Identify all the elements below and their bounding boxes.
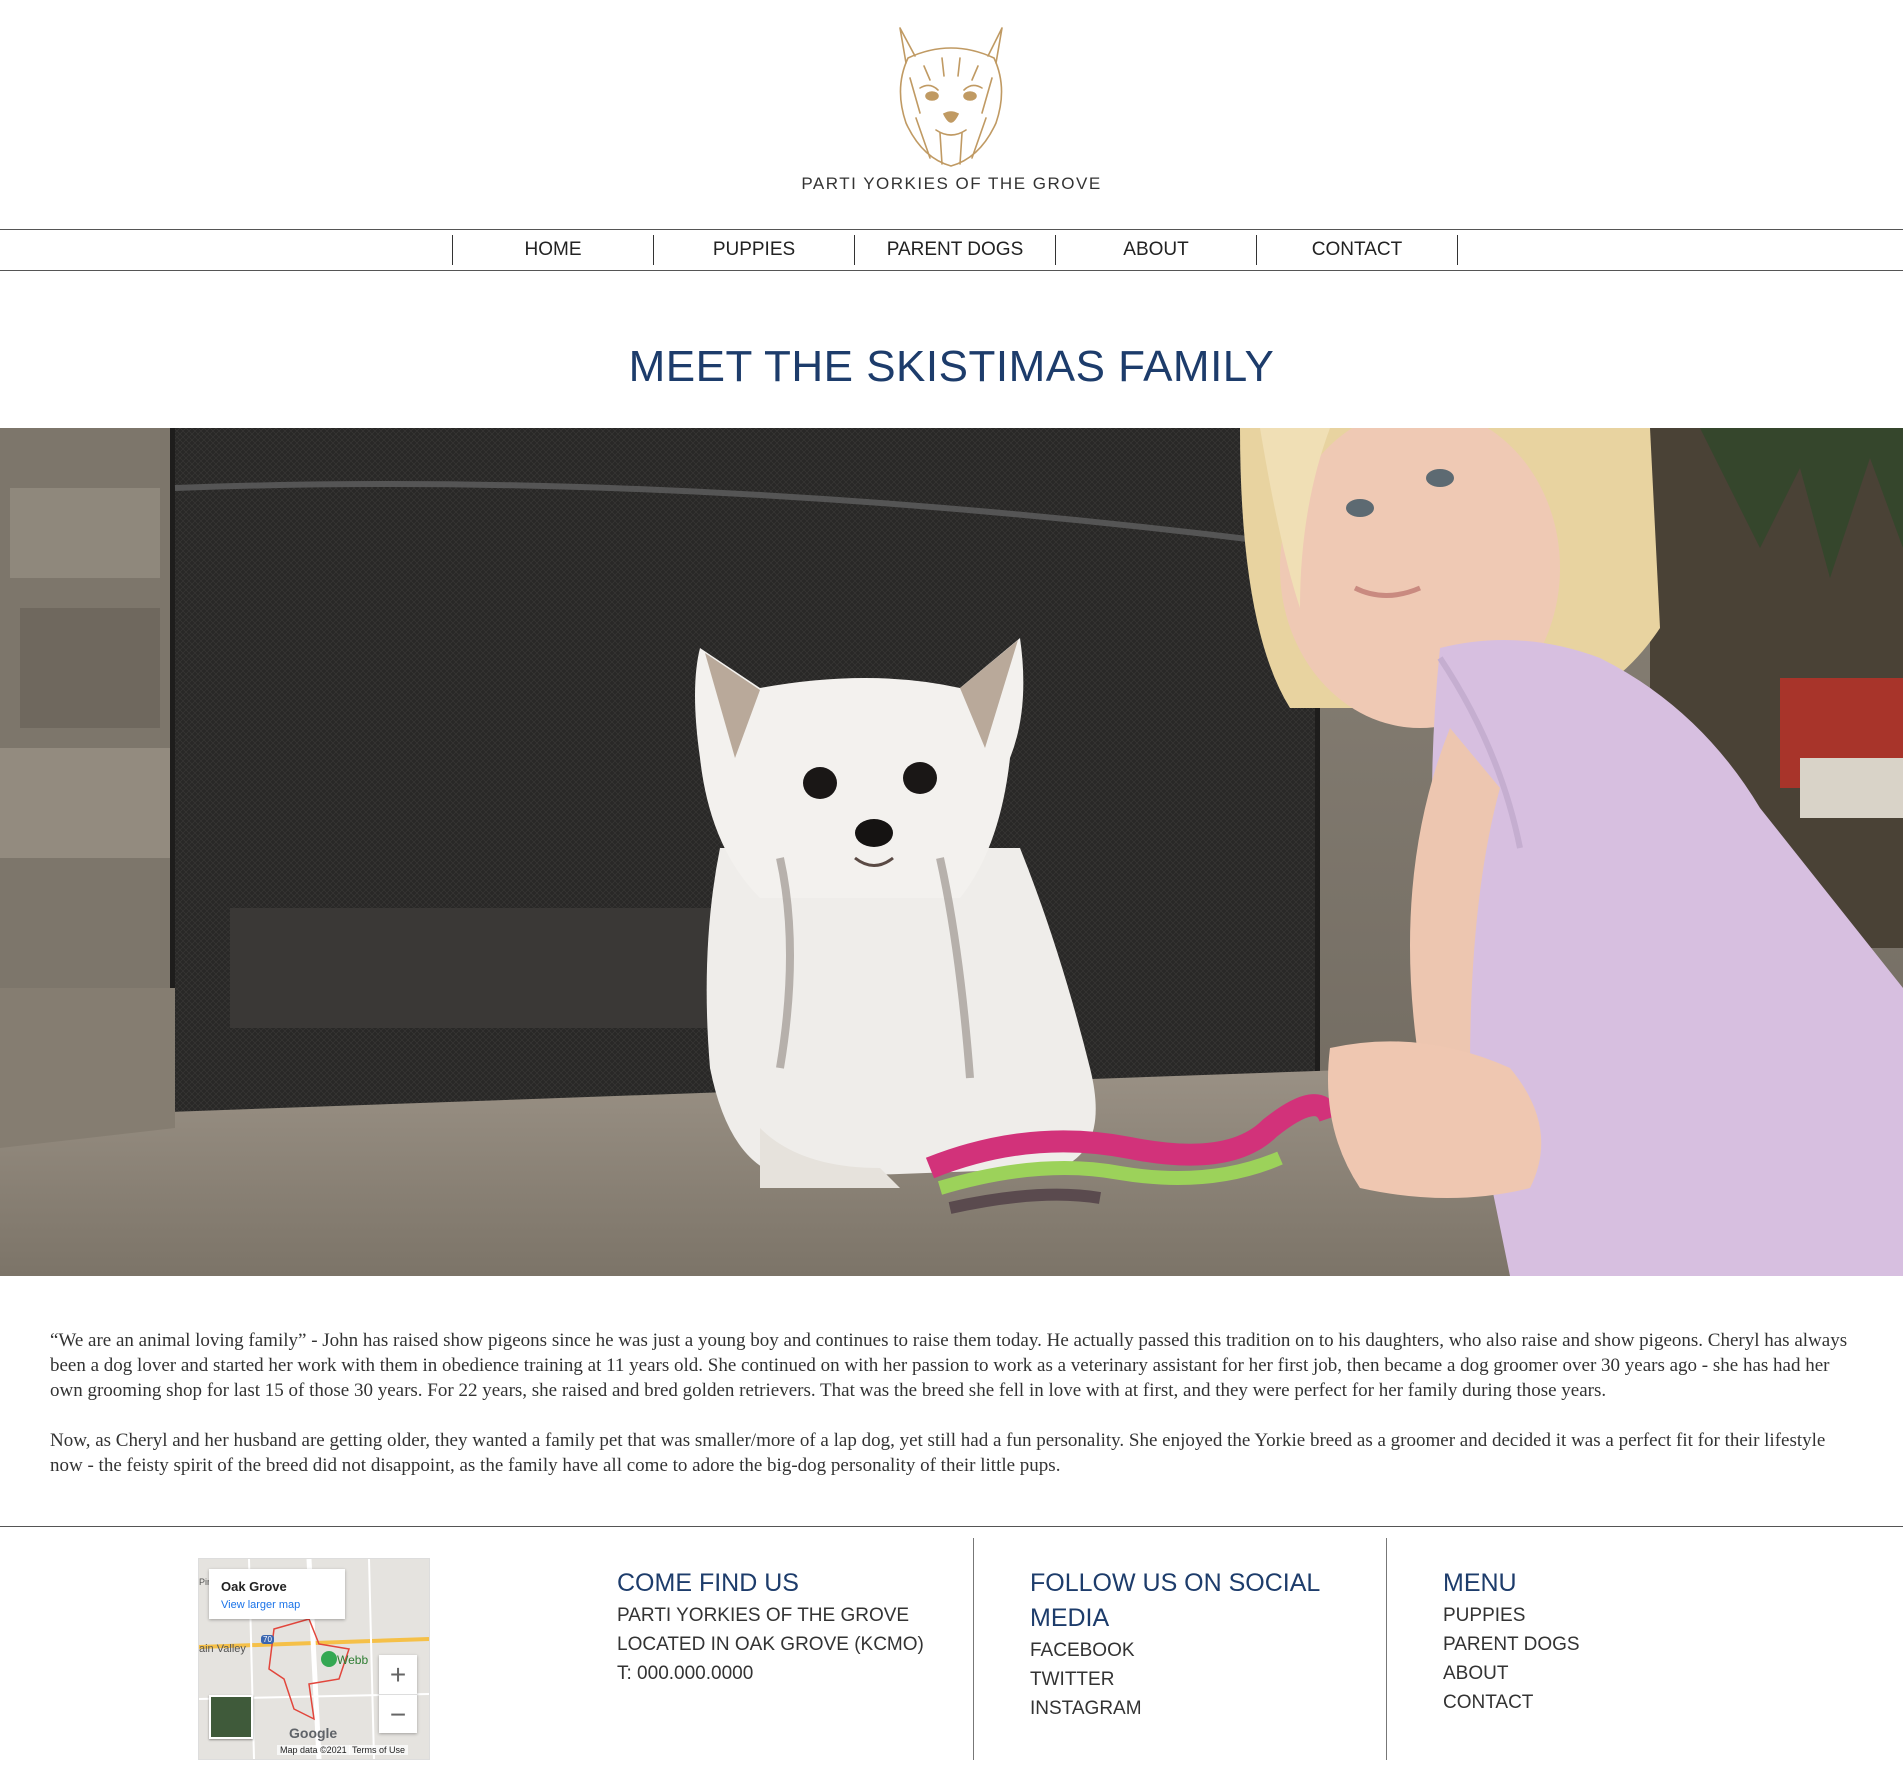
map-attribution: Map data ©2021 [277,1745,350,1755]
find-us-heading: COME FIND US [617,1569,799,1597]
yorkie-logo-icon[interactable] [880,18,1022,168]
brand-name: PARTI YORKIES OF THE GROVE [801,174,1102,193]
map-zoom-control: + − [379,1655,417,1733]
hero-photo [0,428,1903,1276]
menu-heading: MENU [1443,1569,1517,1597]
social-heading: FOLLOW US ON SOCIAL [1030,1569,1321,1597]
map-label: ain Valley [199,1643,246,1655]
view-larger-map-link[interactable]: View larger map [221,1599,300,1611]
footer-social: FOLLOW US ON SOCIAL MEDIA FACEBOOK TWITT… [1030,1566,1320,1723]
page-title: MEET THE SKISTIMAS FAMILY [628,342,1275,391]
map-place-name: Oak Grove [221,1579,287,1594]
map-label: Webb [337,1653,369,1667]
footer-link-about[interactable]: ABOUT [1443,1659,1580,1688]
nav-item-parent-dogs[interactable]: PARENT DOGS [854,235,1055,265]
google-map[interactable]: Pin ain Valley Webb 70 Oak Grove View la… [198,1558,430,1760]
footer-link-parent-dogs[interactable]: PARENT DOGS [1443,1630,1580,1659]
nav-item-contact[interactable]: CONTACT [1256,235,1458,265]
instagram-link[interactable]: INSTAGRAM [1030,1694,1320,1723]
twitter-link[interactable]: TWITTER [1030,1665,1320,1694]
find-us-line: LOCATED IN OAK GROVE (KCMO) [617,1634,924,1655]
google-logo: Google [289,1725,338,1741]
footer-divider [0,1526,1903,1527]
highway-badge: 70 [261,1635,274,1644]
zoom-out-icon[interactable]: − [379,1695,417,1734]
family-story: “We are an animal loving family” - John … [50,1328,1852,1503]
story-paragraph: “We are an animal loving family” - John … [50,1330,1848,1401]
footer-link-contact[interactable]: CONTACT [1443,1688,1580,1717]
nav-item-puppies[interactable]: PUPPIES [653,235,854,265]
facebook-link[interactable]: FACEBOOK [1030,1636,1320,1665]
social-heading: MEDIA [1030,1604,1110,1632]
footer-menu: MENU PUPPIES PARENT DOGS ABOUT CONTACT [1443,1566,1580,1717]
site-header: PARTI YORKIES OF THE GROVE [0,0,1903,228]
footer-column-divider [973,1538,974,1760]
zoom-in-icon[interactable]: + [379,1655,417,1695]
nav-item-about[interactable]: ABOUT [1055,235,1256,265]
footer-find-us: COME FIND US PARTI YORKIES OF THE GROVE … [617,1566,924,1688]
find-us-line: PARTI YORKIES OF THE GROVE [617,1605,910,1626]
map-terms-link[interactable]: Terms of Use [349,1745,409,1755]
story-paragraph: Now, as Cheryl and her husband are getti… [50,1430,1826,1476]
footer-link-puppies[interactable]: PUPPIES [1443,1601,1580,1630]
find-us-phone: T: 000.000.0000 [617,1663,754,1684]
nav-item-home[interactable]: HOME [452,235,653,265]
main-nav: HOME PUPPIES PARENT DOGS ABOUT CONTACT [0,229,1903,271]
footer-column-divider [1386,1538,1387,1760]
satellite-toggle-icon[interactable] [209,1695,253,1739]
map-info-card: Oak Grove View larger map [209,1569,345,1619]
